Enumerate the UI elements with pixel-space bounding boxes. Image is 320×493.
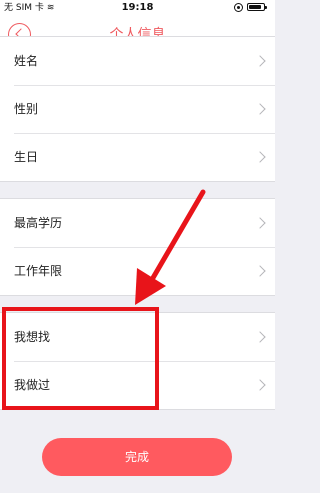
battery-icon	[247, 3, 267, 11]
chevron-right-icon	[254, 217, 266, 229]
chevron-right-icon	[254, 103, 266, 115]
annotation-highlight-box	[2, 307, 159, 410]
done-button[interactable]: 完成	[42, 438, 232, 476]
chevron-right-icon	[254, 151, 266, 163]
chevron-right-icon	[254, 331, 266, 343]
list-item-work-years[interactable]: 工作年限	[0, 247, 275, 295]
status-bar: 无 SIM 卡 ≋ 19:18	[0, 0, 275, 16]
list-item-label: 工作年限	[14, 264, 63, 278]
education-group: 最高学历 工作年限	[0, 198, 275, 296]
chevron-right-icon	[254, 55, 266, 67]
orientation-lock-icon	[234, 3, 243, 12]
chevron-right-icon	[254, 379, 266, 391]
list-item-gender[interactable]: 性别	[0, 85, 275, 133]
list-item-label: 最高学历	[14, 216, 63, 230]
chevron-right-icon	[254, 265, 266, 277]
battery-fill	[249, 5, 261, 9]
list-item-birthday[interactable]: 生日	[0, 133, 275, 181]
list-item-label: 性别	[14, 102, 39, 116]
screen: 无 SIM 卡 ≋ 19:18 个人信息 姓名 性别 生日 最高学历 工作年限 …	[0, 0, 275, 493]
list-item-label: 姓名	[14, 54, 39, 68]
basic-info-group: 姓名 性别 生日	[0, 36, 275, 182]
list-item-name[interactable]: 姓名	[0, 37, 275, 85]
list-item-education[interactable]: 最高学历	[0, 199, 275, 247]
list-item-label: 生日	[14, 150, 39, 164]
